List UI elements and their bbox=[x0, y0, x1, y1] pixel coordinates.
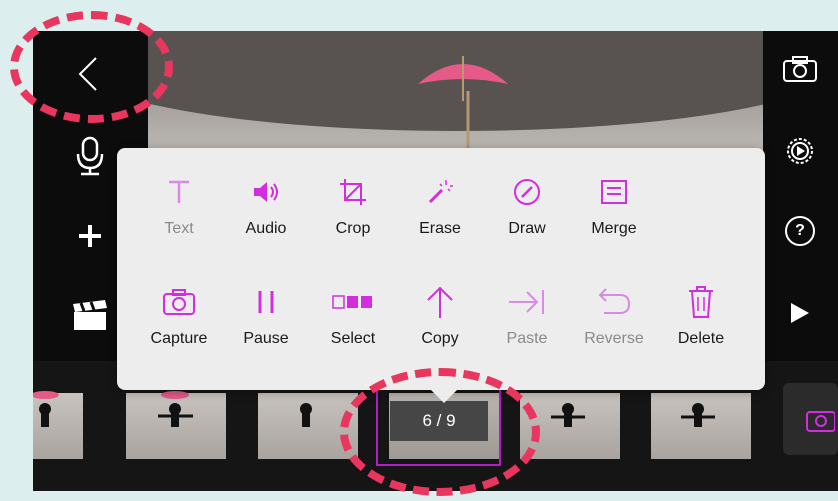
menu-item-label: Delete bbox=[677, 330, 725, 347]
arrow-up-icon bbox=[400, 284, 480, 320]
menu-item-label: Crop bbox=[335, 220, 371, 237]
reverse-icon bbox=[574, 284, 654, 320]
menu-item-draw[interactable]: Draw bbox=[487, 174, 567, 254]
menu-item-select[interactable]: Select bbox=[313, 284, 393, 364]
menu-item-copy[interactable]: Copy bbox=[400, 284, 480, 364]
menu-item-label: Pause bbox=[243, 330, 289, 347]
menu-item-merge[interactable]: Merge bbox=[574, 174, 654, 254]
help-icon[interactable]: ? bbox=[775, 211, 825, 251]
speaker-icon bbox=[226, 174, 306, 210]
menu-item-erase[interactable]: Erase bbox=[400, 174, 480, 254]
pencil-icon bbox=[487, 174, 567, 210]
menu-item-label: Erase bbox=[419, 220, 461, 237]
menu-item-reverse[interactable]: Reverse bbox=[574, 284, 654, 364]
menu-item-label: Audio bbox=[245, 220, 287, 237]
menu-item-label: Reverse bbox=[584, 330, 644, 347]
pause-icon bbox=[226, 284, 306, 320]
clapperboard-icon[interactable] bbox=[65, 291, 115, 341]
camera-icon[interactable] bbox=[775, 49, 825, 89]
menu-item-crop[interactable]: Crop bbox=[313, 174, 393, 254]
menu-item-label: Paste bbox=[506, 330, 548, 347]
camera-icon bbox=[139, 284, 219, 320]
select-frames-icon bbox=[313, 284, 393, 320]
merge-icon bbox=[574, 174, 654, 210]
menu-item-label: Draw bbox=[508, 220, 546, 237]
menu-item-capture[interactable]: Capture bbox=[139, 284, 219, 364]
plus-icon[interactable] bbox=[65, 211, 115, 261]
trash-icon bbox=[661, 284, 741, 320]
menu-item-paste[interactable]: Paste bbox=[487, 284, 567, 364]
help-label: ? bbox=[795, 222, 805, 239]
menu-item-text[interactable]: Text bbox=[139, 174, 219, 254]
menu-item-delete[interactable]: Delete bbox=[661, 284, 741, 364]
menu-item-label: Copy bbox=[421, 330, 459, 347]
paste-icon bbox=[487, 284, 567, 320]
crop-icon bbox=[313, 174, 393, 210]
menu-item-label: Select bbox=[330, 330, 376, 347]
text-icon bbox=[139, 174, 219, 210]
menu-item-label: Merge bbox=[591, 220, 637, 237]
highlight-back-button bbox=[10, 11, 173, 123]
settings-gear-icon[interactable] bbox=[775, 131, 825, 171]
right-toolbar: ? bbox=[763, 31, 838, 361]
play-icon[interactable] bbox=[775, 293, 825, 333]
menu-item-pause[interactable]: Pause bbox=[226, 284, 306, 364]
menu-item-label: Text bbox=[164, 220, 194, 237]
microphone-icon[interactable] bbox=[65, 131, 115, 181]
menu-item-audio[interactable]: Audio bbox=[226, 174, 306, 254]
magic-wand-icon bbox=[400, 174, 480, 210]
highlight-frame-counter bbox=[340, 368, 540, 496]
menu-item-label: Capture bbox=[150, 330, 208, 347]
